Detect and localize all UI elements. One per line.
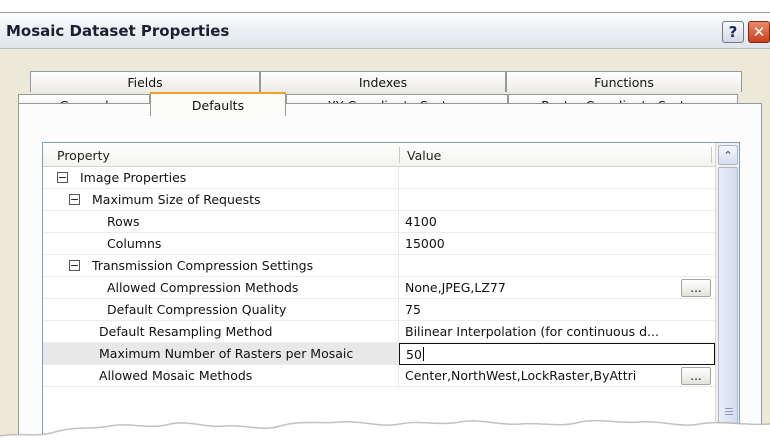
collapse-icon[interactable]: − bbox=[57, 172, 68, 183]
scroll-thumb[interactable] bbox=[718, 167, 738, 437]
property-label: Columns bbox=[107, 236, 162, 251]
property-cell: Default Resampling Method bbox=[43, 321, 399, 343]
value-cell[interactable]: 4100 bbox=[399, 211, 715, 233]
value-text: Center,NorthWest,LockRaster,ByAttri bbox=[405, 368, 637, 383]
dialog-title: Mosaic Dataset Properties bbox=[6, 22, 230, 40]
column-header-property-label: Property bbox=[57, 147, 110, 163]
close-button[interactable]: ✕ bbox=[748, 21, 770, 43]
chevron-up-icon: ⌃ bbox=[723, 148, 733, 162]
grid-row-transmission-compression[interactable]: − Transmission Compression Settings bbox=[43, 255, 715, 277]
property-label: Default Compression Quality bbox=[107, 302, 287, 317]
value-text: 50 bbox=[406, 346, 422, 362]
tab-defaults-label: Defaults bbox=[191, 97, 245, 113]
value-cell[interactable]: 75 bbox=[399, 299, 715, 321]
collapse-icon[interactable]: − bbox=[69, 260, 80, 271]
property-cell: − Transmission Compression Settings bbox=[43, 255, 399, 277]
grid-row-resampling-method[interactable]: Default Resampling Method Bilinear Inter… bbox=[43, 321, 715, 343]
title-bar[interactable]: Mosaic Dataset Properties ? ✕ bbox=[0, 13, 770, 49]
column-header-property[interactable]: Property bbox=[43, 143, 399, 167]
column-header-value-label: Value bbox=[407, 147, 442, 163]
property-label: Maximum Number of Rasters per Mosaic bbox=[99, 346, 354, 361]
property-cell: Columns bbox=[43, 233, 399, 255]
property-grid: Property Value − Image Properties − Maxi… bbox=[42, 142, 740, 442]
value-cell bbox=[399, 167, 715, 189]
property-label: Maximum Size of Requests bbox=[92, 192, 261, 207]
property-cell: Default Compression Quality bbox=[43, 299, 399, 321]
property-label: Allowed Compression Methods bbox=[107, 280, 299, 295]
grid-row-compression-quality[interactable]: Default Compression Quality 75 bbox=[43, 299, 715, 321]
property-label: Image Properties bbox=[80, 170, 187, 185]
property-cell: Allowed Mosaic Methods bbox=[43, 365, 399, 387]
grid-header: Property Value bbox=[43, 143, 715, 167]
vertical-scrollbar[interactable]: ⌃ bbox=[715, 143, 739, 441]
value-cell[interactable]: None,JPEG,LZ77 ... bbox=[399, 277, 715, 299]
grid-row-allowed-mosaic-methods[interactable]: Allowed Mosaic Methods Center,NorthWest,… bbox=[43, 365, 715, 387]
grid-row-rows[interactable]: Rows 4100 bbox=[43, 211, 715, 233]
collapse-icon[interactable]: − bbox=[69, 194, 80, 205]
thumb-grip bbox=[725, 411, 733, 412]
value-cell[interactable]: 15000 bbox=[399, 233, 715, 255]
grid-row-columns[interactable]: Columns 15000 bbox=[43, 233, 715, 255]
value-cell[interactable]: Center,NorthWest,LockRaster,ByAttri ... bbox=[399, 365, 715, 387]
value-text: None,JPEG,LZ77 bbox=[405, 280, 506, 295]
tab-fields-label: Fields bbox=[127, 74, 163, 90]
help-icon: ? bbox=[728, 23, 738, 41]
value-cell[interactable]: Bilinear Interpolation (for continuous d… bbox=[399, 321, 715, 343]
property-label: Transmission Compression Settings bbox=[92, 258, 314, 273]
grid-row-allowed-compression[interactable]: Allowed Compression Methods None,JPEG,LZ… bbox=[43, 277, 715, 299]
value-edit-field[interactable]: 50 bbox=[399, 343, 715, 365]
thumb-grip bbox=[725, 408, 733, 409]
grid-row-image-properties[interactable]: − Image Properties bbox=[43, 167, 715, 189]
column-header-value[interactable]: Value bbox=[399, 143, 715, 167]
property-label: Default Resampling Method bbox=[99, 324, 273, 339]
property-label: Allowed Mosaic Methods bbox=[99, 368, 253, 383]
property-cell: Allowed Compression Methods bbox=[43, 277, 399, 299]
thumb-grip bbox=[725, 414, 733, 415]
tab-indexes-label: Indexes bbox=[358, 74, 408, 90]
property-label: Rows bbox=[107, 214, 140, 229]
property-cell: − Image Properties bbox=[43, 167, 399, 189]
scroll-up-button[interactable]: ⌃ bbox=[718, 145, 738, 165]
tab-functions[interactable]: Functions bbox=[506, 71, 742, 92]
tab-fields[interactable]: Fields bbox=[30, 71, 260, 92]
tab-defaults[interactable]: Defaults bbox=[150, 92, 286, 116]
grid-row-max-rasters[interactable]: Maximum Number of Rasters per Mosaic 50 bbox=[43, 343, 715, 365]
property-cell: − Maximum Size of Requests bbox=[43, 189, 399, 211]
close-icon: ✕ bbox=[752, 23, 766, 41]
tab-indexes[interactable]: Indexes bbox=[260, 71, 506, 92]
ellipsis-button[interactable]: ... bbox=[681, 367, 711, 385]
help-button[interactable]: ? bbox=[722, 21, 744, 43]
property-cell: Rows bbox=[43, 211, 399, 233]
grid-row-max-size-requests[interactable]: − Maximum Size of Requests bbox=[43, 189, 715, 211]
value-cell bbox=[399, 255, 715, 277]
column-divider-end bbox=[711, 147, 712, 163]
text-cursor bbox=[422, 347, 424, 361]
tab-functions-label: Functions bbox=[594, 74, 654, 90]
property-cell: Maximum Number of Rasters per Mosaic bbox=[43, 343, 399, 365]
value-cell bbox=[399, 189, 715, 211]
ellipsis-button[interactable]: ... bbox=[681, 279, 711, 297]
